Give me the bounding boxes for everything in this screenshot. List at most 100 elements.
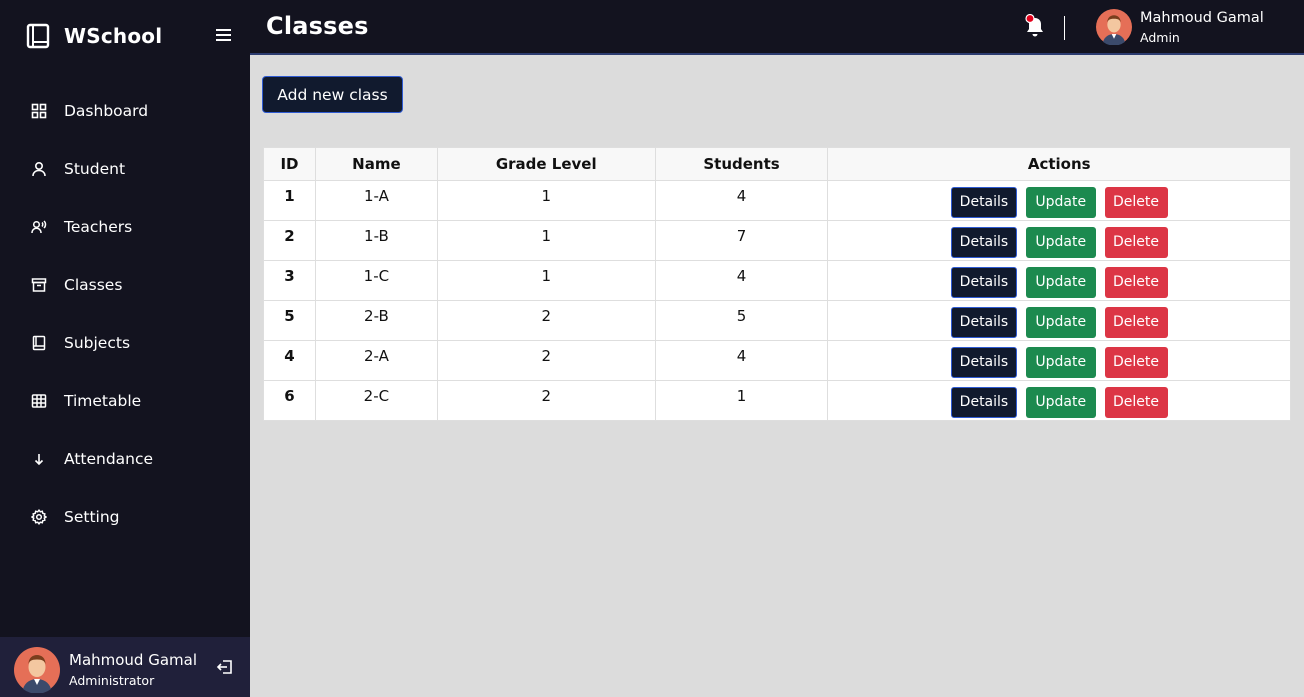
cell-id: 4: [263, 340, 316, 381]
cell-id: 6: [263, 380, 316, 421]
cell-actions: Details Update Delete: [827, 300, 1291, 341]
delete-button[interactable]: Delete: [1104, 187, 1168, 218]
dashboard-grid-icon: [30, 102, 48, 120]
sidebar-user-role: Administrator: [69, 673, 155, 688]
page-title: Classes: [266, 12, 369, 40]
sidebar: WSchool Dashboard Student Teachers Class…: [0, 0, 250, 697]
cell-name: 2-B: [314, 300, 438, 341]
cell-actions: Details Update Delete: [827, 380, 1291, 421]
details-button[interactable]: Details: [950, 267, 1017, 298]
table-row: 4 2-A 2 4 Details Update Delete: [263, 340, 1291, 381]
book-logo-icon: [26, 23, 50, 49]
sidebar-item-label: Student: [64, 160, 126, 178]
cell-grade: 1: [436, 180, 656, 221]
cell-grade: 2: [436, 300, 656, 341]
header-user-name: Mahmoud Gamal: [1140, 10, 1264, 26]
table-row: 1 1-A 1 4 Details Update Delete: [263, 180, 1291, 221]
classes-table: ID Name Grade Level Students Actions 1 1…: [263, 147, 1291, 421]
header-divider: [1064, 16, 1065, 40]
update-button[interactable]: Update: [1025, 187, 1096, 218]
cell-students: 5: [654, 300, 829, 341]
column-header-students[interactable]: Students: [654, 147, 829, 181]
brand[interactable]: WSchool: [26, 22, 162, 50]
sidebar-item-setting[interactable]: Setting: [0, 488, 250, 546]
delete-button[interactable]: Delete: [1104, 227, 1168, 258]
add-new-class-button[interactable]: Add new class: [262, 76, 403, 113]
cell-actions: Details Update Delete: [827, 260, 1291, 301]
table-row: 6 2-C 2 1 Details Update Delete: [263, 380, 1291, 421]
cell-name: 1-A: [314, 180, 438, 221]
gear-icon: [30, 508, 48, 526]
cell-id: 2: [263, 220, 316, 261]
sidebar-item-label: Timetable: [64, 392, 142, 410]
cell-name: 1-B: [314, 220, 438, 261]
delete-button[interactable]: Delete: [1104, 307, 1168, 338]
cell-name: 1-C: [314, 260, 438, 301]
update-button[interactable]: Update: [1025, 347, 1096, 378]
cell-actions: Details Update Delete: [827, 180, 1291, 221]
details-button[interactable]: Details: [950, 347, 1017, 378]
sidebar-item-classes[interactable]: Classes: [0, 256, 250, 314]
sidebar-item-label: Teachers: [64, 218, 133, 236]
cell-grade: 2: [436, 340, 656, 381]
sidebar-item-label: Subjects: [64, 334, 131, 352]
table-row: 5 2-B 2 5 Details Update Delete: [263, 300, 1291, 341]
cell-name: 2-A: [314, 340, 438, 381]
cell-students: 4: [654, 340, 829, 381]
table-row: 2 1-B 1 7 Details Update Delete: [263, 220, 1291, 261]
delete-button[interactable]: Delete: [1104, 387, 1168, 418]
brand-name: WSchool: [64, 24, 163, 48]
column-header-name[interactable]: Name: [314, 147, 438, 181]
delete-button[interactable]: Delete: [1104, 347, 1168, 378]
column-header-id[interactable]: ID: [263, 147, 316, 181]
column-header-grade-level[interactable]: Grade Level: [436, 147, 656, 181]
details-button[interactable]: Details: [950, 307, 1017, 338]
bell-notification-icon[interactable]: [1024, 13, 1046, 38]
cell-grade: 1: [436, 220, 656, 261]
teacher-icon: [30, 218, 48, 236]
cell-actions: Details Update Delete: [827, 220, 1291, 261]
cell-grade: 2: [436, 380, 656, 421]
details-button[interactable]: Details: [950, 187, 1017, 218]
avatar[interactable]: [14, 647, 60, 694]
update-button[interactable]: Update: [1025, 227, 1096, 258]
sidebar-item-timetable[interactable]: Timetable: [0, 372, 250, 430]
cell-name: 2-C: [314, 380, 438, 421]
sidebar-item-label: Setting: [64, 508, 120, 526]
archive-box-icon: [30, 276, 48, 294]
sidebar-item-dashboard[interactable]: Dashboard: [0, 82, 250, 140]
table-header-row: ID Name Grade Level Students Actions: [263, 147, 1291, 181]
cell-actions: Details Update Delete: [827, 340, 1291, 381]
cell-students: 4: [654, 260, 829, 301]
sidebar-item-student[interactable]: Student: [0, 140, 250, 198]
sidebar-user-name: Mahmoud Gamal: [69, 651, 198, 669]
table-row: 3 1-C 1 4 Details Update Delete: [263, 260, 1291, 301]
table-grid-icon: [30, 392, 48, 410]
cell-id: 3: [263, 260, 316, 301]
sidebar-item-subjects[interactable]: Subjects: [0, 314, 250, 372]
cell-id: 5: [263, 300, 316, 341]
cell-students: 4: [654, 180, 829, 221]
logout-icon[interactable]: [216, 658, 234, 676]
update-button[interactable]: Update: [1025, 267, 1096, 298]
hamburger-menu-icon[interactable]: [214, 26, 234, 44]
avatar[interactable]: [1096, 9, 1132, 46]
cell-id: 1: [263, 180, 316, 221]
column-header-actions: Actions: [827, 147, 1291, 181]
header-user-role: Admin: [1140, 30, 1180, 45]
details-button[interactable]: Details: [950, 387, 1017, 418]
delete-button[interactable]: Delete: [1104, 267, 1168, 298]
sidebar-nav: Dashboard Student Teachers Classes Subje…: [0, 82, 250, 546]
update-button[interactable]: Update: [1025, 387, 1096, 418]
cell-students: 1: [654, 380, 829, 421]
update-button[interactable]: Update: [1025, 307, 1096, 338]
top-header: Classes Mahmoud Gamal Admin: [250, 0, 1304, 55]
user-icon: [30, 160, 48, 178]
book-icon: [30, 334, 48, 352]
details-button[interactable]: Details: [950, 227, 1017, 258]
sidebar-item-label: Dashboard: [64, 102, 149, 120]
sidebar-item-teachers[interactable]: Teachers: [0, 198, 250, 256]
arrow-down-icon: [30, 450, 48, 468]
cell-students: 7: [654, 220, 829, 261]
sidebar-item-attendance[interactable]: Attendance: [0, 430, 250, 488]
